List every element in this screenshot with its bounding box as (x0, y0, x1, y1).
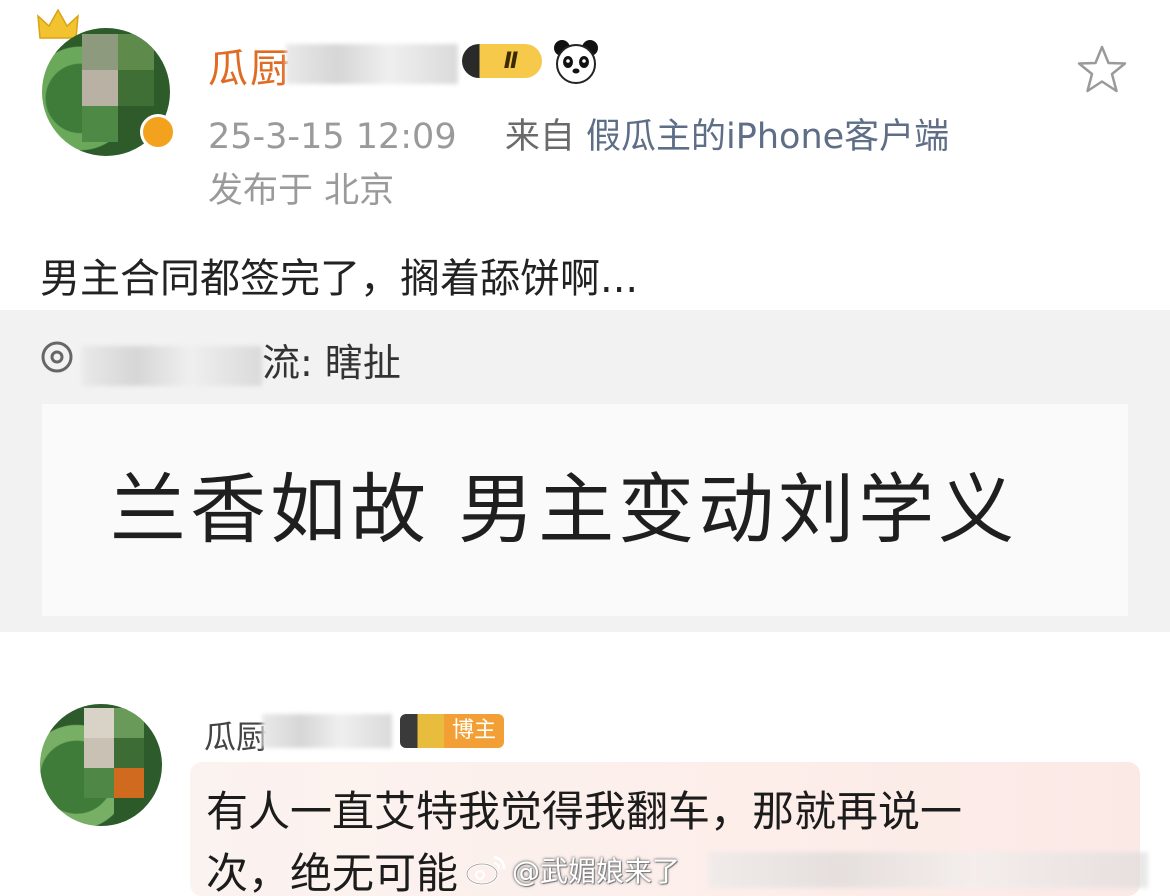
comment-text-line-1: 有人一直艾特我觉得我翻车，那就再说一 (206, 787, 963, 836)
post-datetime: 25-3-15 12:09 (208, 117, 457, 157)
username-mosaic (286, 44, 458, 84)
watermark-mosaic (708, 852, 1148, 888)
favorite-star-icon[interactable] (1074, 42, 1130, 98)
panda-emoji-icon (554, 40, 598, 84)
repost-headline: 兰香如故 男主变动刘学义 (110, 465, 1019, 554)
blogger-badge: 博主 (444, 714, 505, 748)
post-meta: 25-3-15 12:09 来自 假瓜主的iPhone客户端 (208, 108, 949, 159)
source-prefix: 来自 (504, 117, 575, 157)
commenter-badges: 博主 (400, 714, 505, 748)
at-mention-icon (41, 341, 73, 373)
comment-text-line-2: 次，绝无可能 (206, 849, 459, 896)
post-username[interactable]: 瓜厨 (208, 36, 292, 94)
repost-author-mosaic (82, 345, 262, 386)
commenter-avatar[interactable] (40, 704, 162, 826)
commenter-name-mosaic (262, 714, 392, 748)
weibo-logo-icon (465, 855, 506, 886)
weibo-watermark: @武媚娘来了 (464, 850, 680, 890)
post-location: 发布于 北京 (208, 171, 395, 211)
commenter-username[interactable]: 瓜厨 (204, 712, 268, 758)
post-text: 男主合同都签完了，搁着舔饼啊... (40, 256, 639, 302)
repost-text: 瞎扯 (324, 341, 401, 385)
level-badge: Ⅱ (462, 44, 542, 78)
verified-badge-icon (140, 114, 176, 150)
watermark-text: @武媚娘来了 (512, 855, 681, 888)
commenter-level-badge (400, 714, 444, 748)
repost-author-suffix: 流 (262, 341, 301, 385)
client-link[interactable]: 假瓜主的iPhone客户端 (586, 117, 949, 157)
repost-author-line: 流: 瞎扯 (82, 332, 401, 387)
